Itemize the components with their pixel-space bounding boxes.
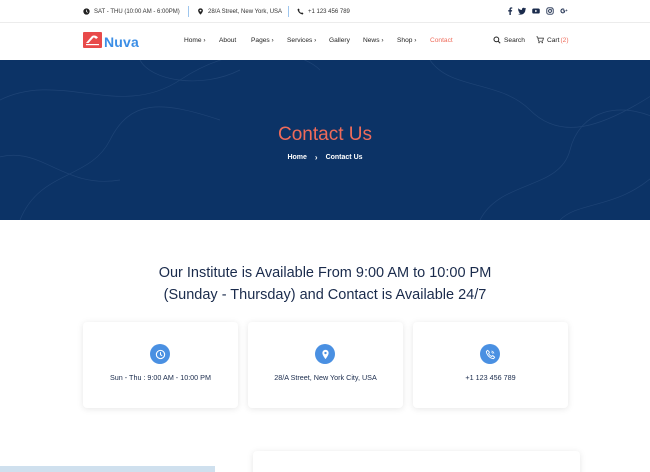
cart-icon bbox=[536, 36, 544, 44]
search-icon bbox=[493, 36, 501, 44]
breadcrumb: Home › Contact Us bbox=[0, 153, 650, 162]
cart-label: Cart bbox=[547, 36, 560, 44]
phone-icon bbox=[297, 8, 304, 15]
top-bar: SAT - THU (10:00 AM - 6:00PM) 28/A Stree… bbox=[0, 0, 650, 23]
card-address-text: 28/A Street, New York City, USA bbox=[274, 373, 377, 382]
nav-gallery[interactable]: Gallery bbox=[329, 37, 350, 44]
opening-hours: SAT - THU (10:00 AM - 6:00PM) bbox=[83, 6, 180, 17]
contact-form-card bbox=[253, 451, 580, 472]
info-card-hours: Sun - Thu : 9:00 AM - 10:00 PM bbox=[83, 322, 238, 408]
top-address: 28/A Street, New York, USA bbox=[197, 6, 282, 17]
heading-line-1: Our Institute is Available From 9:00 AM … bbox=[158, 265, 492, 281]
nav-contact[interactable]: Contact bbox=[430, 37, 453, 44]
nav-shop[interactable]: Shop › bbox=[397, 37, 416, 44]
page-title: Contact Us bbox=[278, 124, 372, 145]
divider bbox=[288, 6, 289, 17]
instagram-icon[interactable] bbox=[545, 6, 554, 15]
youtube-icon[interactable] bbox=[531, 6, 540, 15]
cart-button[interactable]: Cart (2) bbox=[536, 36, 569, 44]
cart-count: (2) bbox=[560, 36, 569, 44]
nav-home[interactable]: Home › bbox=[184, 37, 206, 44]
chevron-right-icon: › bbox=[314, 153, 318, 162]
twitter-icon[interactable] bbox=[517, 6, 526, 15]
main-header: Nuva Home › About Pages › Services › Gal… bbox=[0, 23, 650, 60]
top-phone-text: +1 123 456 789 bbox=[308, 8, 350, 15]
search-label: Search bbox=[504, 36, 525, 44]
card-hours-text: Sun - Thu : 9:00 AM - 10:00 PM bbox=[110, 373, 211, 382]
clock-icon bbox=[150, 344, 170, 364]
clock-icon bbox=[83, 8, 90, 15]
nav-pages[interactable]: Pages › bbox=[251, 37, 274, 44]
card-phone-text: +1 123 456 789 bbox=[465, 373, 516, 382]
breadcrumb-current: Contact Us bbox=[325, 154, 363, 161]
facebook-icon[interactable] bbox=[505, 6, 514, 15]
image-strip bbox=[0, 466, 215, 472]
divider bbox=[188, 6, 189, 17]
info-card-phone: +1 123 456 789 bbox=[413, 322, 568, 408]
page-banner: Contact Us Home › Contact Us bbox=[0, 60, 650, 220]
top-address-text: 28/A Street, New York, USA bbox=[208, 8, 283, 15]
info-card-address: 28/A Street, New York City, USA bbox=[248, 322, 403, 408]
availability-heading: Our Institute is Available From 9:00 AM … bbox=[0, 262, 650, 306]
phone-icon bbox=[480, 344, 500, 364]
google-plus-icon[interactable] bbox=[559, 6, 568, 15]
search-button[interactable]: Search bbox=[493, 36, 525, 44]
heading-line-2: (Sunday - Thursday) and Contact is Avail… bbox=[163, 287, 487, 303]
nav-news[interactable]: News › bbox=[363, 37, 384, 44]
logo-text[interactable]: Nuva bbox=[104, 34, 139, 50]
map-pin-icon bbox=[198, 8, 203, 15]
top-phone[interactable]: +1 123 456 789 bbox=[297, 6, 350, 17]
breadcrumb-home[interactable]: Home bbox=[287, 154, 306, 161]
nav-about[interactable]: About bbox=[219, 37, 236, 44]
opening-hours-text: SAT - THU (10:00 AM - 6:00PM) bbox=[94, 8, 180, 15]
logo-icon[interactable] bbox=[83, 32, 102, 48]
nav-services[interactable]: Services › bbox=[287, 37, 316, 44]
map-pin-icon bbox=[315, 344, 335, 364]
